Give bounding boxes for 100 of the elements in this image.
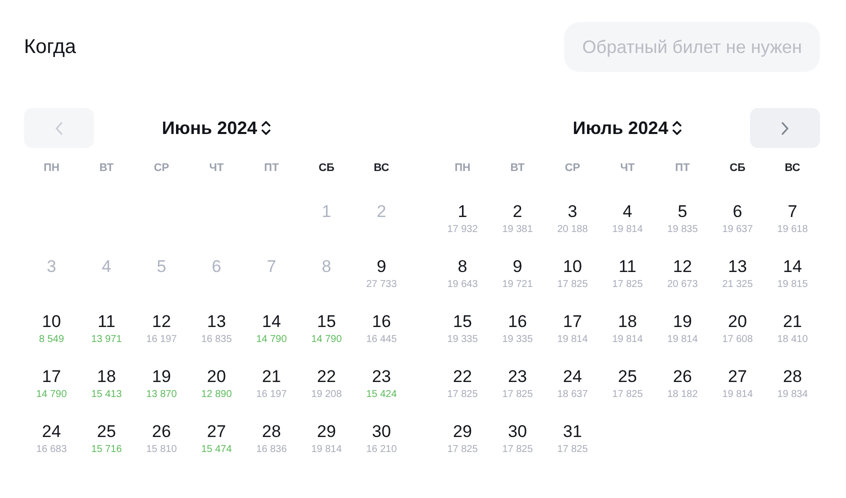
weekday-label: ЧТ [619, 161, 636, 176]
day-number: 5 [678, 201, 688, 223]
day-number: 14 [262, 311, 281, 333]
day-number: 6 [732, 201, 742, 223]
calendar-day[interactable]: 2 19 381 [490, 198, 545, 253]
day-price: 19 814 [612, 223, 643, 236]
calendar-day[interactable]: 6 19 637 [710, 198, 765, 253]
calendar-day[interactable]: 18 19 814 [600, 308, 655, 363]
day-price: 15 716 [91, 443, 122, 456]
calendar-day[interactable]: 21 16 197 [244, 363, 299, 418]
calendar-day[interactable]: 30 16 210 [354, 418, 409, 473]
day-price: 19 815 [777, 278, 808, 291]
calendar-day[interactable]: 20 17 608 [710, 308, 765, 363]
calendar-day[interactable]: 28 16 836 [244, 418, 299, 473]
calendar-day[interactable]: 24 16 683 [24, 418, 79, 473]
next-month-button[interactable] [750, 108, 820, 148]
day-number: 11 [98, 311, 116, 333]
day-price: 19 208 [311, 388, 342, 401]
day-price: 19 834 [777, 388, 808, 401]
calendar-day[interactable]: 12 16 197 [134, 308, 189, 363]
calendar-day[interactable]: 22 17 825 [435, 363, 490, 418]
weekday-label: ВТ [98, 161, 115, 176]
day-price: 16 445 [366, 333, 397, 346]
calendar-day[interactable]: 23 15 424 [354, 363, 409, 418]
calendar-day[interactable]: 15 14 790 [299, 308, 354, 363]
day-price: 14 790 [256, 333, 287, 346]
calendar-day[interactable]: 24 18 637 [545, 363, 600, 418]
day-price: 19 835 [667, 223, 698, 236]
calendar-day[interactable]: 26 15 810 [134, 418, 189, 473]
calendar-day[interactable]: 31 17 825 [545, 418, 600, 473]
calendar-day[interactable]: 11 17 825 [600, 253, 655, 308]
calendar-day[interactable]: 8 19 643 [435, 253, 490, 308]
day-number: 28 [783, 366, 802, 388]
calendar-day[interactable]: 25 17 825 [600, 363, 655, 418]
day-price: 16 210 [366, 443, 397, 456]
calendar-day[interactable]: 16 16 445 [354, 308, 409, 363]
day-number: 9 [512, 256, 522, 278]
weekday-label: СБ [318, 161, 336, 176]
calendar-day[interactable]: 3 20 188 [545, 198, 600, 253]
calendar-day[interactable]: 14 14 790 [244, 308, 299, 363]
day-number: 28 [262, 421, 281, 443]
calendar-day[interactable]: 11 13 971 [79, 308, 134, 363]
calendar-day[interactable]: 9 19 721 [490, 253, 545, 308]
day-number: 19 [152, 366, 171, 388]
calendar-day[interactable]: 16 19 335 [490, 308, 545, 363]
calendar-day[interactable]: 25 15 716 [79, 418, 134, 473]
day-number: 30 [372, 421, 391, 443]
calendar-day[interactable]: 18 15 413 [79, 363, 134, 418]
month-select[interactable]: Июль 2024 [572, 118, 682, 138]
day-number: 20 [728, 311, 747, 333]
day-number: 1 [458, 201, 468, 223]
calendar-day[interactable]: 29 19 814 [299, 418, 354, 473]
day-price: 19 637 [722, 223, 753, 236]
day-price: 19 814 [311, 443, 342, 456]
day-number: 21 [262, 366, 281, 388]
day-number: 15 [453, 311, 472, 333]
day-price: 14 790 [36, 388, 67, 401]
calendar-day[interactable]: 17 19 814 [545, 308, 600, 363]
calendar-day[interactable]: 22 19 208 [299, 363, 354, 418]
calendar-day[interactable]: 30 17 825 [490, 418, 545, 473]
calendar-day[interactable]: 5 19 835 [655, 198, 710, 253]
day-price: 14 790 [311, 333, 342, 346]
calendar-day[interactable]: 23 17 825 [490, 363, 545, 418]
calendar-day[interactable]: 27 19 814 [710, 363, 765, 418]
calendar-day[interactable]: 10 17 825 [545, 253, 600, 308]
day-price: 15 413 [91, 388, 122, 401]
calendar-day[interactable]: 12 20 673 [655, 253, 710, 308]
calendar-day[interactable]: 19 13 870 [134, 363, 189, 418]
day-number: 31 [563, 421, 582, 443]
day-number: 21 [783, 311, 802, 333]
calendar-day[interactable]: 14 19 815 [765, 253, 820, 308]
calendar-day[interactable]: 15 19 335 [435, 308, 490, 363]
day-number: 25 [97, 421, 116, 443]
calendar-day[interactable]: 28 19 834 [765, 363, 820, 418]
calendar-day[interactable]: 21 18 410 [765, 308, 820, 363]
weekday-label: ПТ [674, 161, 691, 176]
weekday-label: СР [564, 161, 582, 176]
calendar-day[interactable]: 17 14 790 [24, 363, 79, 418]
calendar-day[interactable]: 27 15 474 [189, 418, 244, 473]
weekday-label: ПТ [263, 161, 280, 176]
calendar-day[interactable]: 10 8 549 [24, 308, 79, 363]
calendar-day[interactable]: 9 27 733 [354, 253, 409, 308]
month-select[interactable]: Июнь 2024 [162, 118, 272, 138]
calendar-day[interactable]: 26 18 182 [655, 363, 710, 418]
day-price: 20 188 [557, 223, 588, 236]
day-number: 18 [618, 311, 637, 333]
calendar-day[interactable]: 7 19 618 [765, 198, 820, 253]
day-number: 16 [372, 311, 391, 333]
day-price: 18 410 [777, 333, 808, 346]
day-number: 26 [673, 366, 692, 388]
weekday-label: СБ [728, 161, 746, 176]
day-number: 27 [207, 421, 226, 443]
calendar-day[interactable]: 19 19 814 [655, 308, 710, 363]
calendar-day[interactable]: 4 19 814 [600, 198, 655, 253]
calendar-day[interactable]: 20 12 890 [189, 363, 244, 418]
weekday-label: ПН [454, 161, 472, 176]
calendar-day[interactable]: 1 17 932 [435, 198, 490, 253]
calendar-day[interactable]: 13 21 325 [710, 253, 765, 308]
calendar-day[interactable]: 29 17 825 [435, 418, 490, 473]
calendar-day[interactable]: 13 16 835 [189, 308, 244, 363]
